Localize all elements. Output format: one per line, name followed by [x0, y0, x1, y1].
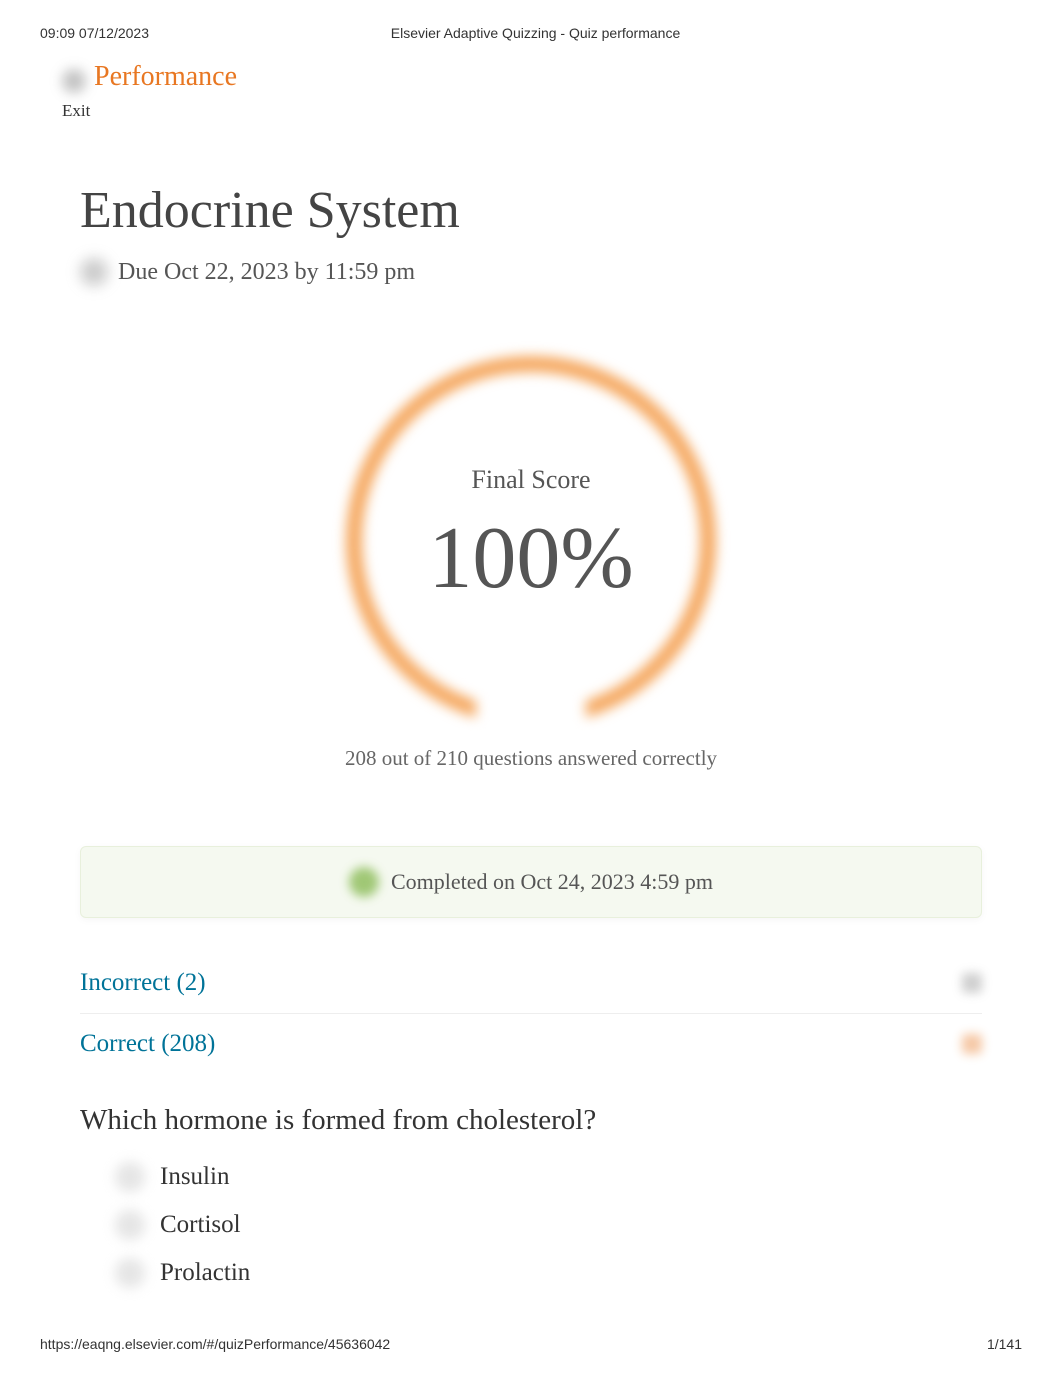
calendar-icon: [80, 258, 108, 286]
score-value: 100%: [381, 515, 681, 603]
radio-icon: [115, 1162, 145, 1192]
radio-icon: [115, 1258, 145, 1288]
chevron-up-icon: [962, 1034, 982, 1054]
footer-page: 1/141: [987, 1336, 1022, 1352]
back-icon[interactable]: [62, 69, 86, 93]
question-text: Which hormone is formed from cholesterol…: [80, 1104, 982, 1137]
main-content: Endocrine System Due Oct 22, 2023 by 11:…: [0, 121, 1062, 1288]
checkmark-icon: [349, 867, 379, 897]
quiz-title: Endocrine System: [80, 181, 982, 240]
incorrect-section[interactable]: Incorrect (2): [80, 953, 982, 1014]
completed-text: Completed on Oct 24, 2023 4:59 pm: [391, 869, 713, 895]
answer-option[interactable]: Prolactin: [115, 1258, 982, 1288]
header-title: Elsevier Adaptive Quizzing - Quiz perfor…: [149, 25, 1022, 41]
answer-text: Cortisol: [160, 1211, 241, 1239]
correct-label: Correct (208): [80, 1030, 215, 1058]
score-label: Final Score: [381, 465, 681, 495]
page-header: 09:09 07/12/2023 Elsevier Adaptive Quizz…: [0, 0, 1062, 51]
radio-icon: [115, 1210, 145, 1240]
due-date: Due Oct 22, 2023 by 11:59 pm: [118, 259, 415, 286]
score-ring-container: Final Score 100%: [80, 356, 982, 726]
exit-link[interactable]: Exit: [0, 93, 1062, 121]
answer-text: Prolactin: [160, 1259, 250, 1287]
answer-option[interactable]: Cortisol: [115, 1210, 982, 1240]
score-content: Final Score 100%: [381, 465, 681, 603]
answer-option[interactable]: Insulin: [115, 1162, 982, 1192]
page-footer: https://eaqng.elsevier.com/#/quizPerform…: [0, 1336, 1062, 1352]
footer-url: https://eaqng.elsevier.com/#/quizPerform…: [40, 1336, 390, 1352]
answer-list: Insulin Cortisol Prolactin: [80, 1162, 982, 1288]
header-timestamp: 09:09 07/12/2023: [40, 25, 149, 41]
score-summary: 208 out of 210 questions answered correc…: [80, 746, 982, 771]
breadcrumb: Performance: [0, 51, 1062, 93]
breadcrumb-link[interactable]: Performance: [94, 61, 237, 92]
chevron-down-icon: [962, 973, 982, 993]
incorrect-label: Incorrect (2): [80, 969, 206, 997]
correct-section[interactable]: Correct (208): [80, 1014, 982, 1074]
due-date-row: Due Oct 22, 2023 by 11:59 pm: [80, 258, 982, 286]
answer-text: Insulin: [160, 1163, 229, 1191]
completed-banner: Completed on Oct 24, 2023 4:59 pm: [80, 846, 982, 918]
question-block: Which hormone is formed from cholesterol…: [80, 1104, 982, 1288]
